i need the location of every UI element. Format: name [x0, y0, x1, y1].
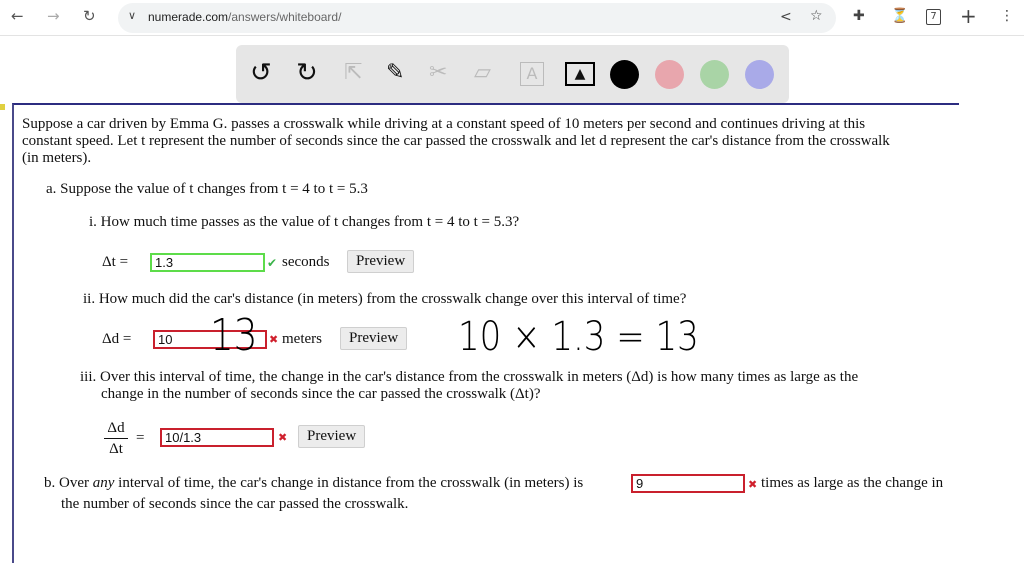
star-icon[interactable]: ☆ [810, 8, 823, 24]
wrong-icon: ✖ [269, 333, 279, 346]
part-iii-line-1: iii. Over this interval of time, the cha… [80, 369, 859, 385]
ratio-input[interactable]: 10/1.3 [160, 428, 274, 447]
part-b: b. Over any interval of time, the car's … [44, 475, 583, 492]
part-b-pre: b. Over [44, 475, 89, 491]
tools-icon[interactable]: ✂ [429, 59, 447, 87]
dt-input[interactable]: 1.3 [150, 253, 265, 272]
fraction-denominator: Δt [109, 441, 123, 457]
labs-icon[interactable]: ⏳ [891, 8, 908, 24]
dt-label: Δt = [102, 254, 129, 270]
part-b-post: times as large as the change in [761, 475, 944, 491]
fraction: Δd Δt [104, 419, 128, 458]
forward-icon[interactable]: → [47, 7, 60, 25]
intro-line-3: (in meters). [22, 150, 92, 166]
pen-icon[interactable]: ✎ [386, 59, 404, 87]
wrong-icon: ✖ [278, 431, 288, 444]
back-icon[interactable]: ← [11, 7, 24, 25]
part-b-line-2: the number of seconds since the car pass… [61, 496, 409, 512]
eraser-icon[interactable]: ▱ [474, 59, 491, 87]
browser-toolbar: ← → ↻ ∨ numerade.com/answers/whiteboard/… [0, 0, 1024, 36]
color-blue[interactable] [745, 60, 774, 89]
dd-label: Δd = [102, 331, 132, 347]
preview-button-ii[interactable]: Preview [340, 327, 408, 350]
handwritten-work: 10 × 1.3 = 13 [458, 314, 699, 360]
extensions-icon[interactable]: ✚ [853, 8, 865, 24]
part-b-mid: interval of time, the car's change in di… [118, 475, 584, 491]
menu-icon[interactable]: ⋮ [1000, 8, 1014, 24]
check-icon: ✔ [267, 256, 278, 270]
color-red[interactable] [655, 60, 684, 89]
equals-sign: = [136, 430, 145, 446]
fraction-numerator: Δd [107, 420, 125, 436]
part-ii: ii. How much did the car's distance (in … [83, 291, 687, 307]
wrong-icon: ✖ [748, 478, 758, 491]
times-input[interactable]: 9 [631, 474, 745, 493]
part-iii-line-2: change in the number of seconds since th… [101, 386, 541, 402]
redo-icon[interactable]: ↻ [296, 59, 318, 87]
dd-unit: meters [282, 331, 322, 347]
pointer-icon[interactable]: ⇱ [344, 59, 362, 87]
share-icon[interactable]: < [780, 9, 792, 25]
whiteboard-toolbar: ↺ ↻ ⇱ ✎ ✂ ▱ A ▲ [236, 45, 789, 103]
handwritten-answer: 13 [210, 310, 258, 361]
undo-icon[interactable]: ↺ [250, 59, 272, 87]
image-icon[interactable]: ▲ [565, 62, 595, 86]
part-a: a. Suppose the value of t changes from t… [46, 181, 368, 197]
tab-count[interactable]: 7 [926, 9, 941, 25]
text-icon[interactable]: A [520, 62, 544, 86]
preview-button-i[interactable]: Preview [347, 250, 415, 273]
chevron-down-icon[interactable]: ∨ [128, 9, 136, 22]
url-domain: numerade.com [148, 10, 229, 24]
url-path: /answers/whiteboard/ [228, 10, 342, 24]
marker [0, 104, 5, 110]
part-b-any: any [92, 475, 115, 491]
address-bar[interactable]: ∨ numerade.com/answers/whiteboard/ < ☆ [118, 3, 836, 33]
dt-unit: seconds [282, 254, 330, 270]
color-black[interactable] [610, 60, 639, 89]
color-green[interactable] [700, 60, 729, 89]
intro-line-1: Suppose a car driven by Emma G. passes a… [22, 116, 866, 132]
preview-button-iii[interactable]: Preview [298, 425, 366, 448]
reload-icon[interactable]: ↻ [83, 7, 96, 25]
part-i: i. How much time passes as the value of … [89, 214, 520, 230]
intro-line-2: constant speed. Let t represent the numb… [22, 133, 890, 149]
new-tab-icon[interactable]: + [960, 4, 977, 28]
